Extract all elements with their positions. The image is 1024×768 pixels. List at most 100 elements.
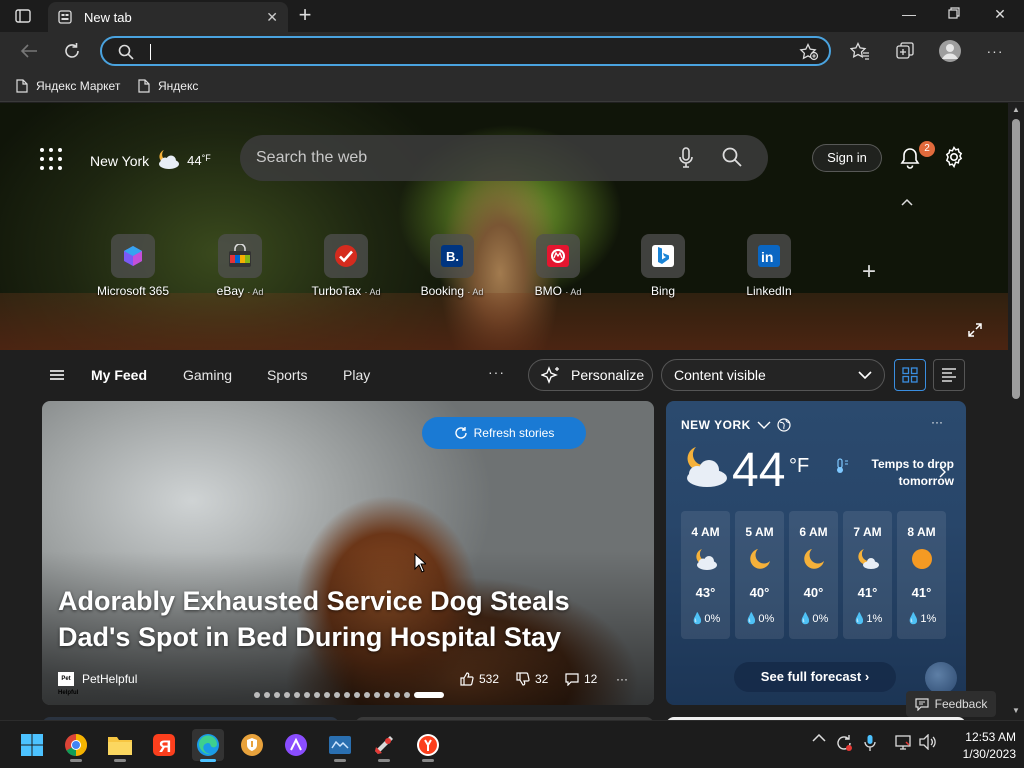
- settings-more-icon[interactable]: ···: [982, 39, 1008, 63]
- weather-alert-link[interactable]: Temps to drop tomorrow: [834, 456, 954, 490]
- quick-link-bing[interactable]: Bing: [613, 234, 713, 298]
- microsoft-365-icon: [111, 234, 155, 278]
- hour-precip: 0%: [758, 613, 775, 625]
- taskbar-alice[interactable]: [280, 729, 312, 761]
- current-temp: 44: [187, 153, 202, 168]
- refresh-icon: [454, 427, 467, 439]
- hourly-item[interactable]: 6 AM 40° 💧0%: [789, 511, 838, 639]
- taskbar-app-blue[interactable]: [324, 729, 356, 761]
- tab-actions-icon[interactable]: [8, 5, 38, 27]
- refresh-stories-button[interactable]: Refresh stories: [422, 417, 586, 449]
- restore-button[interactable]: [934, 6, 974, 26]
- hourly-item[interactable]: 8 AM 41° 💧1%: [897, 511, 946, 639]
- story-source[interactable]: Pet Helpful PetHelpful: [58, 672, 137, 696]
- chevron-right-icon: [939, 466, 946, 478]
- search-icon: [118, 44, 134, 65]
- list-view-button[interactable]: [933, 359, 965, 391]
- story-more-button[interactable]: ···: [616, 672, 628, 686]
- like-button[interactable]: 532: [460, 672, 499, 686]
- taskbar-file-explorer[interactable]: [104, 729, 136, 761]
- more-categories-button[interactable]: ···: [488, 364, 505, 380]
- minimize-button[interactable]: —: [889, 6, 929, 26]
- system-clock[interactable]: 12:53 AM 1/30/2023: [946, 729, 1016, 763]
- quick-link-microsoft-365[interactable]: Microsoft 365: [83, 234, 183, 298]
- taskbar-edge[interactable]: [192, 729, 224, 761]
- back-icon[interactable]: [16, 39, 42, 63]
- web-search-box[interactable]: Search the web: [240, 135, 768, 181]
- hour-precip: 0%: [812, 613, 829, 625]
- tab-gaming[interactable]: Gaming: [183, 367, 232, 383]
- collapse-chevron-icon[interactable]: [901, 195, 913, 209]
- active-tab[interactable]: New tab ✕: [48, 2, 288, 32]
- taskbar-yandex[interactable]: [412, 729, 444, 761]
- comments-button[interactable]: 12: [565, 672, 597, 686]
- dislike-button[interactable]: 32: [516, 672, 548, 686]
- sign-in-button[interactable]: Sign in: [812, 144, 882, 172]
- close-window-button[interactable]: ✕: [980, 6, 1020, 26]
- start-button[interactable]: [16, 729, 48, 761]
- app-launcher-icon[interactable]: [40, 148, 62, 170]
- profile-avatar-icon[interactable]: [937, 39, 963, 63]
- add-quick-link-icon[interactable]: +: [862, 258, 876, 286]
- carousel-indicators[interactable]: [254, 692, 444, 698]
- scroll-thumb[interactable]: [1012, 119, 1020, 399]
- microphone-tray-icon[interactable]: [864, 734, 876, 752]
- background-floor: [0, 293, 1008, 350]
- weather-more-button[interactable]: ···: [931, 415, 943, 429]
- page-settings-gear-icon[interactable]: [943, 146, 965, 173]
- partly-cloudy-night-icon: [843, 547, 892, 571]
- feedback-button[interactable]: Feedback: [906, 691, 996, 717]
- scroll-down-icon[interactable]: ▼: [1012, 706, 1020, 715]
- vertical-scrollbar[interactable]: ▲ ▼: [1008, 103, 1024, 720]
- quick-link-ebay[interactable]: eBay · Ad: [190, 234, 290, 298]
- weather-map-button[interactable]: [925, 662, 957, 694]
- notifications-bell-icon[interactable]: [899, 147, 921, 174]
- svg-text:in: in: [761, 249, 773, 265]
- scroll-up-icon[interactable]: ▲: [1012, 105, 1020, 114]
- close-tab-icon[interactable]: ✕: [266, 9, 278, 26]
- grid-view-button[interactable]: [894, 359, 926, 391]
- tab-my-feed[interactable]: My Feed: [91, 367, 147, 383]
- weather-card[interactable]: NEW YORK ··· 44 °F Temps to drop tomorro…: [666, 401, 966, 705]
- weather-location-selector[interactable]: NEW YORK: [681, 418, 791, 432]
- quick-link-turbotax[interactable]: TurboTax · Ad: [296, 234, 396, 298]
- taskbar-ccleaner[interactable]: [368, 729, 400, 761]
- expand-background-icon[interactable]: [968, 323, 982, 342]
- hourly-item[interactable]: 7 AM 41° 💧1%: [843, 511, 892, 639]
- quick-link-bmo[interactable]: BMO · Ad: [508, 234, 608, 298]
- refresh-icon[interactable]: [59, 39, 85, 63]
- tab-play[interactable]: Play: [343, 367, 370, 383]
- personalize-button[interactable]: Personalize: [528, 359, 653, 391]
- microphone-icon[interactable]: [678, 147, 694, 174]
- weather-summary[interactable]: New York 44°F: [90, 148, 211, 173]
- show-hidden-icons-chevron-icon[interactable]: [812, 734, 826, 742]
- quick-link-linkedin[interactable]: in LinkedIn: [719, 234, 819, 298]
- see-full-forecast-button[interactable]: See full forecast ›: [734, 662, 896, 692]
- taskbar-yandex-browser[interactable]: Я: [148, 729, 180, 761]
- volume-tray-icon[interactable]: [919, 734, 937, 750]
- address-bar[interactable]: [100, 36, 831, 66]
- bookmark-yandex[interactable]: Яндекс: [138, 77, 198, 95]
- new-tab-button[interactable]: +: [292, 4, 318, 28]
- hourly-item[interactable]: 5 AM 40° 💧0%: [735, 511, 784, 639]
- story-headline[interactable]: Adorably Exhausted Service Dog Steals Da…: [58, 583, 648, 655]
- taskbar-shield-app[interactable]: [236, 729, 268, 761]
- taskbar-chrome[interactable]: [60, 729, 92, 761]
- edge-icon: [197, 734, 219, 756]
- collections-icon[interactable]: [892, 39, 918, 63]
- bookmark-yandex-market[interactable]: Яндекс Маркет: [16, 77, 120, 95]
- search-icon[interactable]: [722, 147, 742, 172]
- favorites-icon[interactable]: [847, 39, 873, 63]
- hourly-item[interactable]: 4 AM 43° 💧0%: [681, 511, 730, 639]
- sync-tray-icon[interactable]: [835, 734, 853, 752]
- web-search-placeholder: Search the web: [256, 149, 368, 166]
- featured-story-card[interactable]: Refresh stories Adorably Exhausted Servi…: [42, 401, 654, 705]
- pethelpful-logo: Pet Helpful: [58, 672, 78, 696]
- quick-link-booking[interactable]: B. Booking · Ad: [402, 234, 502, 298]
- address-input[interactable]: [152, 42, 752, 62]
- menu-hamburger-icon[interactable]: [50, 370, 64, 380]
- tab-sports[interactable]: Sports: [267, 367, 307, 383]
- network-tray-icon[interactable]: [894, 734, 912, 750]
- content-visibility-dropdown[interactable]: Content visible: [661, 359, 885, 391]
- add-favorite-icon[interactable]: [799, 42, 819, 66]
